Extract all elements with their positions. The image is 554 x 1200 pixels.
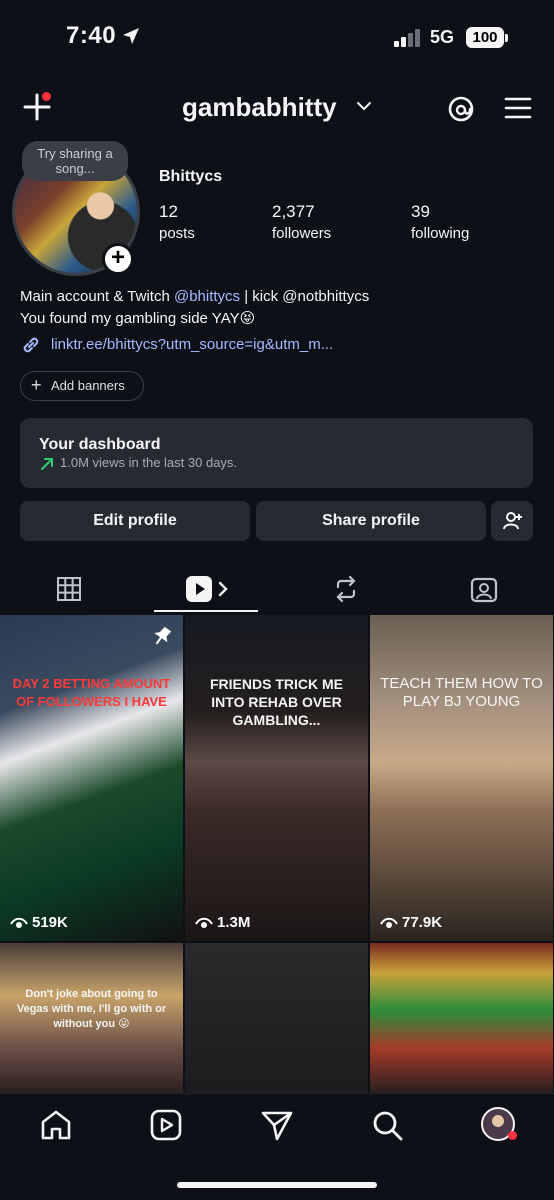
post-tile[interactable] bbox=[185, 943, 368, 1093]
bio-link[interactable]: linktr.ee/bhittycs?utm_source=ig&utm_m..… bbox=[51, 336, 333, 353]
post-caption: DAY 2 BETTING AMOUNT OF FOLLOWERS I HAVE bbox=[12, 676, 171, 709]
stat-following[interactable]: 39 following bbox=[411, 202, 469, 242]
stat-followers[interactable]: 2,377 followers bbox=[272, 202, 331, 242]
signal-icon bbox=[394, 29, 420, 47]
battery-level: 100 bbox=[466, 27, 504, 48]
post-caption: TEACH THEM HOW TO PLAY BJ YOUNG bbox=[380, 675, 543, 710]
display-name: Bhittycs bbox=[159, 168, 223, 185]
stat-posts[interactable]: 12 posts bbox=[159, 202, 195, 242]
dashboard-title: Your dashboard bbox=[39, 436, 161, 453]
status-time: 7:40 bbox=[66, 22, 117, 49]
add-story-button[interactable]: + bbox=[102, 243, 134, 275]
post-caption: FRIENDS TRICK ME INTO REHAB OVER GAMBLIN… bbox=[210, 676, 343, 728]
tab-reels[interactable] bbox=[154, 566, 258, 612]
tagged-icon bbox=[470, 577, 498, 603]
stat-label: following bbox=[411, 225, 470, 242]
profile-username[interactable]: gambabhitty bbox=[182, 92, 337, 123]
notification-dot bbox=[42, 92, 51, 101]
tab-tagged[interactable] bbox=[415, 566, 553, 612]
active-tab-indicator bbox=[154, 610, 258, 612]
notification-dot bbox=[508, 1131, 517, 1140]
note-bubble[interactable]: Try sharing a song... bbox=[22, 141, 128, 181]
link-icon bbox=[23, 337, 39, 353]
post-tile[interactable]: TEACH THEM HOW TO PLAY BJ YOUNG 77.9K bbox=[370, 615, 553, 941]
eye-icon bbox=[10, 917, 28, 928]
stat-label: followers bbox=[272, 225, 332, 242]
bio-line-1: Main account & Twitch @bhittycs | kick @… bbox=[20, 288, 369, 305]
send-icon[interactable] bbox=[260, 1108, 294, 1142]
repost-icon bbox=[336, 575, 356, 603]
view-count-text: 77.9K bbox=[402, 914, 443, 931]
post-tile[interactable]: FRIENDS TRICK ME INTO REHAB OVER GAMBLIN… bbox=[185, 615, 368, 941]
bio-text: Main account & Twitch bbox=[20, 288, 174, 305]
view-count: 1.3M bbox=[195, 914, 250, 931]
view-count-text: 519K bbox=[32, 914, 68, 931]
bio-text: | kick bbox=[240, 288, 283, 305]
stat-value: 12 bbox=[159, 202, 178, 221]
post-tile[interactable]: DAY 2 BETTING AMOUNT OF FOLLOWERS I HAVE… bbox=[0, 615, 183, 941]
bio-line-2: You found my gambling side YAY😝 bbox=[20, 310, 256, 327]
stat-label: posts bbox=[159, 225, 195, 242]
grid-icon bbox=[57, 577, 81, 601]
edit-profile-button[interactable]: Edit profile bbox=[20, 501, 250, 541]
post-caption: Don't joke about going to Vegas with me,… bbox=[16, 988, 167, 1030]
dashboard-subtitle: 1.0M views in the last 30 days. bbox=[60, 455, 238, 470]
chevron-down-icon[interactable] bbox=[356, 100, 372, 112]
location-arrow-icon bbox=[123, 28, 139, 44]
home-icon[interactable] bbox=[39, 1108, 73, 1142]
view-count-text: 1.3M bbox=[217, 914, 251, 931]
eye-icon bbox=[380, 917, 398, 928]
stat-value: 2,377 bbox=[272, 202, 315, 221]
tab-reposts[interactable] bbox=[277, 566, 415, 612]
bio-mention-link[interactable]: @bhittycs bbox=[174, 288, 240, 305]
eye-icon bbox=[195, 917, 213, 928]
plus-icon: + bbox=[31, 375, 42, 395]
tab-grid[interactable] bbox=[0, 566, 138, 612]
battery-icon bbox=[505, 34, 508, 42]
view-count: 77.9K bbox=[380, 914, 442, 931]
add-user-icon bbox=[503, 512, 522, 530]
bio-mention-link[interactable]: @notbhittycs bbox=[282, 288, 369, 305]
stat-value: 39 bbox=[411, 202, 430, 221]
pin-icon bbox=[154, 626, 172, 645]
home-indicator bbox=[177, 1182, 377, 1188]
menu-icon[interactable] bbox=[504, 96, 532, 120]
trend-up-icon bbox=[41, 458, 53, 470]
reels-nav-icon[interactable] bbox=[149, 1108, 183, 1142]
search-icon[interactable] bbox=[370, 1108, 404, 1142]
network-type: 5G bbox=[430, 27, 455, 47]
post-tile[interactable]: Don't joke about going to Vegas with me,… bbox=[0, 943, 183, 1093]
add-user-button[interactable] bbox=[491, 501, 533, 541]
share-profile-button[interactable]: Share profile bbox=[256, 501, 486, 541]
view-count: 519K bbox=[10, 914, 68, 931]
threads-icon[interactable] bbox=[446, 94, 476, 124]
post-tile[interactable] bbox=[370, 943, 553, 1093]
reels-icon bbox=[186, 576, 228, 602]
